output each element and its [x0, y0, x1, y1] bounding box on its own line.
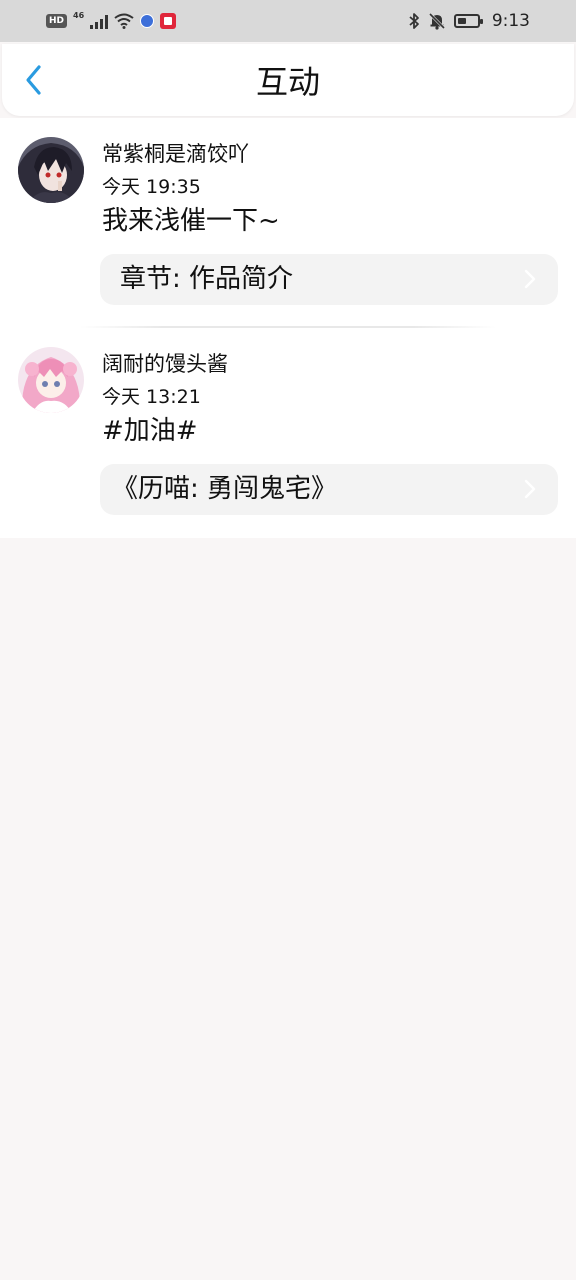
network-type-label: 46	[73, 10, 85, 20]
hd-badge: HD	[46, 14, 68, 28]
avatar[interactable]	[18, 137, 84, 203]
signal-icon	[90, 13, 109, 29]
status-bar-right: 9:13	[408, 10, 530, 32]
music-app-icon	[140, 14, 155, 28]
header: 互动	[2, 44, 574, 116]
status-bar-left: HD 46	[46, 10, 177, 32]
chapter-link-card[interactable]: 章节: 作品简介	[100, 254, 558, 305]
username[interactable]: 阔耐的馒头酱	[102, 350, 228, 378]
username[interactable]: 常紫桐是滴饺吖	[102, 140, 249, 168]
timestamp: 今天 19:35	[102, 176, 201, 198]
bluetooth-icon	[408, 12, 420, 30]
reader-app-icon	[160, 13, 177, 29]
page-title: 互动	[255, 63, 320, 101]
battery-fill	[457, 18, 466, 24]
timestamp: 今天 13:21	[102, 386, 201, 408]
list-item: 常紫桐是滴饺吖 今天 19:35 我来浅催一下~ 章节: 作品简介	[0, 118, 576, 328]
status-time: 9:13	[491, 11, 530, 31]
work-link-card[interactable]: 《历喵: 勇闯鬼宅》	[100, 464, 558, 515]
comment-text: 我来浅催一下~	[102, 206, 280, 236]
link-label: 《历喵: 勇闯鬼宅》	[112, 474, 338, 504]
link-label: 章节: 作品简介	[120, 264, 294, 294]
battery-icon	[453, 14, 483, 28]
comment-text: #加油#	[102, 416, 198, 446]
wifi-icon	[114, 13, 134, 29]
interaction-list: 常紫桐是滴饺吖 今天 19:35 我来浅催一下~ 章节: 作品简介 阔耐的馒头酱…	[0, 118, 576, 538]
avatar[interactable]	[18, 347, 84, 413]
list-item: 阔耐的馒头酱 今天 13:21 #加油# 《历喵: 勇闯鬼宅》	[0, 328, 576, 538]
bell-muted-icon	[428, 12, 446, 30]
chevron-right-icon	[524, 479, 536, 499]
status-bar: HD 46 9:13	[0, 0, 576, 42]
chevron-right-icon	[524, 269, 536, 289]
